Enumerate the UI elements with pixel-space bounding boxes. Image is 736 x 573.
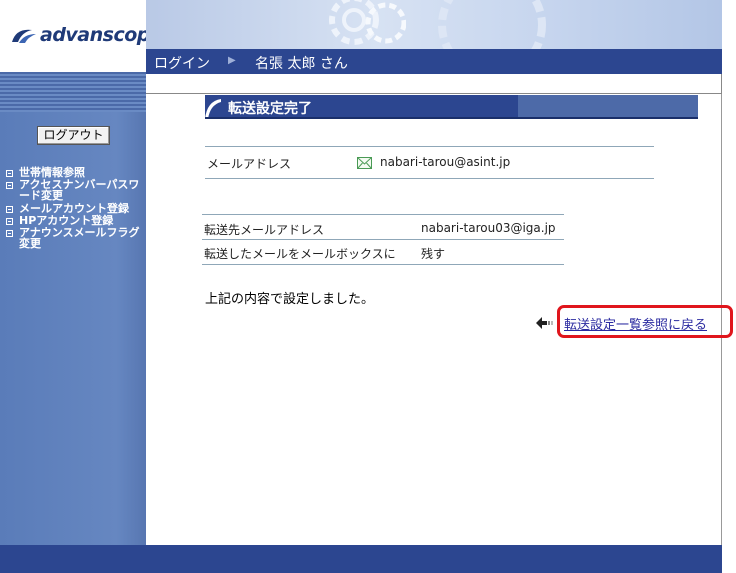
table-divider xyxy=(202,214,564,215)
advanscope-logo-icon xyxy=(12,29,36,43)
page-title: 転送設定完了 xyxy=(228,101,312,117)
logo-text: advanscope xyxy=(40,24,163,46)
result-message: 上記の内容で設定しました。 xyxy=(205,292,375,307)
table-divider xyxy=(202,239,564,240)
keep-mail-label: 転送したメールをメールボックスに xyxy=(204,247,396,261)
sidebar-item-label[interactable]: HPアカウント登録 xyxy=(19,215,143,226)
logout-button[interactable]: ログアウト xyxy=(37,126,110,145)
logo-area: advanscope xyxy=(0,0,163,72)
title-tab-icon xyxy=(205,99,221,119)
sidebar-item-label[interactable]: 世帯情報参照 xyxy=(19,167,143,178)
footer-bar xyxy=(0,545,722,573)
table-divider xyxy=(202,264,564,265)
expand-icon xyxy=(6,170,13,177)
table-divider xyxy=(205,146,654,147)
back-arrow-icon[interactable] xyxy=(535,315,557,331)
mail-address-value: nabari-tarou@asint.jp xyxy=(380,155,511,169)
gear-icon xyxy=(365,2,406,44)
sidebar-item-label[interactable]: アクセスナンバーパスワード変更 xyxy=(19,179,143,201)
sidebar-item-label[interactable]: アナウンスメールフラグ変更 xyxy=(19,227,143,249)
forward-address-value: nabari-tarou03@iga.jp xyxy=(421,221,556,235)
login-link[interactable]: ログイン xyxy=(154,53,210,73)
user-name: 名張 太郎 さん xyxy=(255,56,348,72)
title-underline xyxy=(205,117,698,119)
title-bar-accent xyxy=(518,95,698,117)
sidebar: ログアウト 世帯情報参照 アクセスナンバーパスワード変更 メールアカウント登録 … xyxy=(0,72,146,545)
expand-icon xyxy=(6,206,13,213)
sidebar-stripes xyxy=(0,72,146,112)
forward-address-label: 転送先メールアドレス xyxy=(204,223,325,237)
keep-mail-value: 残す xyxy=(421,247,446,261)
expand-icon xyxy=(6,182,13,189)
header-banner xyxy=(146,0,722,49)
sidebar-item-label[interactable]: メールアカウント登録 xyxy=(19,203,143,214)
gear-icon xyxy=(438,0,546,49)
mail-address-label: メールアドレス xyxy=(207,157,292,171)
separator-arrow-icon: ▶ xyxy=(228,55,236,66)
expand-icon xyxy=(6,218,13,225)
mail-icon xyxy=(357,157,372,169)
user-bar: ログイン ▶ 名張 太郎 さん xyxy=(146,49,722,74)
expand-icon xyxy=(6,230,13,237)
table-divider xyxy=(205,178,654,179)
header-divider xyxy=(146,74,722,94)
highlight-annotation xyxy=(557,305,733,338)
